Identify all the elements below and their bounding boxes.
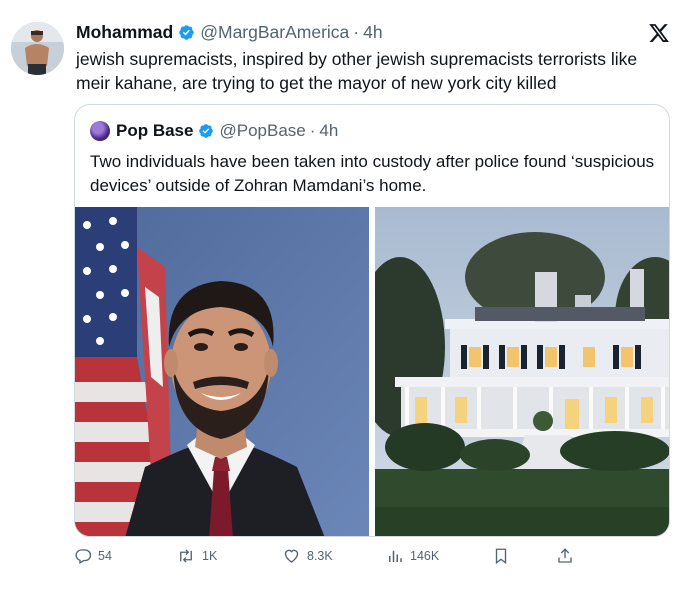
author-handle[interactable]: @MargBarAmerica [200,22,349,43]
quote-timestamp[interactable]: 4h [319,121,338,141]
like-count: 8.3K [307,549,333,563]
views-button[interactable]: 146K [386,542,439,570]
repost-button[interactable]: 1K [176,542,217,570]
quote-author-name[interactable]: Pop Base [116,121,193,141]
repost-count: 1K [202,549,218,563]
portrait-photo[interactable] [75,207,369,536]
tweet-timestamp[interactable]: 4h [363,22,382,43]
like-button[interactable]: 8.3K [282,542,333,570]
x-logo-icon[interactable] [648,22,670,44]
views-icon [389,550,402,562]
share-button[interactable] [556,542,580,570]
quote-text: Two individuals have been taken into cus… [90,152,655,195]
reply-icon [75,549,92,564]
separator-dot: · [309,121,316,140]
tweet-header: Mohammad @MargBarAmerica · 4h [76,20,383,44]
bookmark-button[interactable] [492,542,516,570]
separator-dot: · [353,21,360,42]
repost-icon [180,549,192,563]
quote-header: Pop Base @PopBase · 4h [90,119,338,143]
author-name[interactable]: Mohammad [76,22,173,43]
author-avatar[interactable] [11,22,64,75]
tweet-text: jewish supremacists, inspired by other j… [76,49,638,93]
author-avatar-image [11,22,64,75]
reply-count: 54 [98,549,112,563]
heart-icon [284,549,299,563]
view-count: 146K [410,549,440,563]
verified-badge-icon [178,24,195,41]
reply-button[interactable]: 54 [74,542,112,570]
share-icon [558,548,572,563]
bookmark-icon [495,548,507,565]
quoted-tweet-card[interactable]: Pop Base @PopBase · 4h Two individuals h… [74,104,670,537]
quote-author-handle[interactable]: @PopBase [219,121,305,141]
mansion-photo[interactable] [375,207,669,536]
quote-author-avatar[interactable] [90,121,110,141]
verified-badge-icon [198,123,214,139]
tweet-action-bar: 54 1K 8.3K 146K [74,542,674,570]
